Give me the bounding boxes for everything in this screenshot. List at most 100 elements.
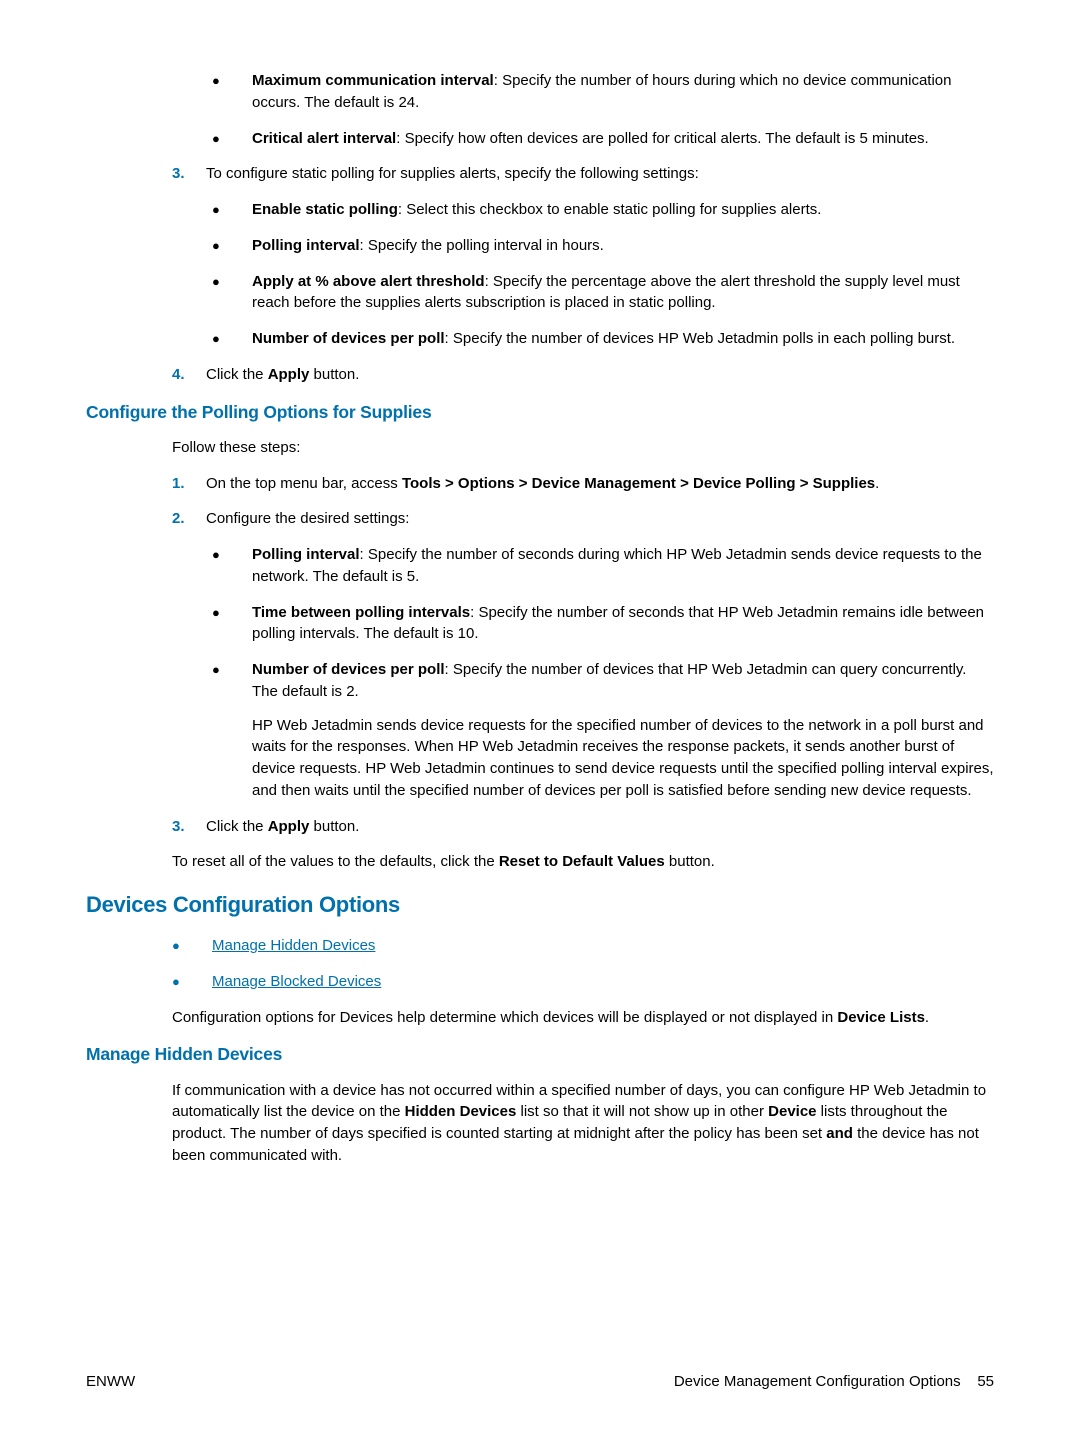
reset-paragraph: To reset all of the values to the defaul… xyxy=(172,851,994,873)
step-number: 3. xyxy=(172,816,206,838)
step-number: 4. xyxy=(172,364,206,386)
heading-manage-hidden: Manage Hidden Devices xyxy=(86,1042,994,1067)
list-item: ● Number of devices per poll: Specify th… xyxy=(212,659,994,802)
step-post: button. xyxy=(309,818,359,835)
mh-b: Hidden Devices xyxy=(405,1103,517,1120)
term-text: : Select this checkbox to enable static … xyxy=(398,201,822,218)
intro-post: . xyxy=(925,1009,929,1026)
cp-step-2: 2. Configure the desired settings: xyxy=(172,508,994,530)
step-pre: On the top menu bar, access xyxy=(206,475,402,492)
list-item: ● Critical alert interval: Specify how o… xyxy=(212,128,994,150)
footer-right: Device Management Configuration Options … xyxy=(674,1371,994,1393)
list-item: ● Manage Blocked Devices xyxy=(172,971,994,993)
term-text: : Specify the number of seconds during w… xyxy=(252,546,982,585)
intro-pre: Configuration options for Devices help d… xyxy=(172,1009,837,1026)
bullet-icon: ● xyxy=(212,273,252,317)
step-bold: Apply xyxy=(268,818,310,835)
term-text: : Specify the polling interval in hours. xyxy=(360,237,604,254)
bullet-icon: ● xyxy=(212,130,252,152)
mh-d: Device xyxy=(768,1103,816,1120)
term-label: Time between polling intervals xyxy=(252,604,470,621)
bullet-icon: ● xyxy=(212,661,252,804)
term-text: : Specify the number of devices HP Web J… xyxy=(445,330,956,347)
step-content: Configure the desired settings: xyxy=(206,508,994,530)
mh-c: list so that it will not show up in othe… xyxy=(516,1103,768,1120)
reset-pre: To reset all of the values to the defaul… xyxy=(172,853,499,870)
follow-text: Follow these steps: xyxy=(172,437,994,459)
step-bold: Apply xyxy=(268,366,310,383)
list-item-content: Maximum communication interval: Specify … xyxy=(252,70,994,114)
devices-config-intro: Configuration options for Devices help d… xyxy=(172,1007,994,1029)
step-number: 2. xyxy=(172,508,206,530)
link-manage-blocked-devices[interactable]: Manage Blocked Devices xyxy=(212,973,381,990)
cp-step-2-bullets: ● Polling interval: Specify the number o… xyxy=(212,544,994,802)
term-label: Critical alert interval xyxy=(252,130,396,147)
list-item-content: Enable static polling: Select this check… xyxy=(252,199,994,221)
step-content: On the top menu bar, access Tools > Opti… xyxy=(206,473,994,495)
list-item: ● Maximum communication interval: Specif… xyxy=(212,70,994,114)
step-number: 3. xyxy=(172,163,206,185)
bullet-icon: ● xyxy=(212,72,252,116)
bullet-icon: ● xyxy=(172,937,212,959)
step-content: Click the Apply button. xyxy=(206,816,994,838)
step-bold: Tools > Options > Device Management > De… xyxy=(402,475,875,492)
step-pre: Click the xyxy=(206,366,268,383)
bullet-icon: ● xyxy=(212,330,252,352)
step-content: To configure static polling for supplies… xyxy=(206,163,994,185)
extra-paragraph: HP Web Jetadmin sends device requests fo… xyxy=(252,715,994,802)
mh-f: and xyxy=(826,1125,853,1142)
step-3: 3. To configure static polling for suppl… xyxy=(172,163,994,185)
footer-left: ENWW xyxy=(86,1371,135,1393)
list-item: ● Enable static polling: Select this che… xyxy=(212,199,994,221)
heading-devices-config: Devices Configuration Options xyxy=(86,889,994,921)
bullet-icon: ● xyxy=(212,546,252,590)
manage-hidden-paragraph: If communication with a device has not o… xyxy=(172,1080,994,1167)
step-text: To configure static polling for supplies… xyxy=(206,165,699,182)
cp-step-1: 1. On the top menu bar, access Tools > O… xyxy=(172,473,994,495)
list-item-content: Apply at % above alert threshold: Specif… xyxy=(252,271,994,315)
list-item: ● Polling interval: Specify the polling … xyxy=(212,235,994,257)
page-content: ● Maximum communication interval: Specif… xyxy=(0,0,1080,1221)
bullet-icon: ● xyxy=(212,604,252,648)
step-content: Click the Apply button. xyxy=(206,364,994,386)
term-label: Polling interval xyxy=(252,546,360,563)
step-post: button. xyxy=(309,366,359,383)
bullet-icon: ● xyxy=(212,237,252,259)
reset-bold: Reset to Default Values xyxy=(499,853,665,870)
page-footer: ENWW Device Management Configuration Opt… xyxy=(86,1371,994,1393)
list-item-content: Critical alert interval: Specify how oft… xyxy=(252,128,994,150)
term-text: : Specify how often devices are polled f… xyxy=(396,130,929,147)
term-label: Maximum communication interval xyxy=(252,72,494,89)
list-item: ● Apply at % above alert threshold: Spec… xyxy=(212,271,994,315)
top-bullet-list: ● Maximum communication interval: Specif… xyxy=(212,70,994,149)
footer-section-title: Device Management Configuration Options xyxy=(674,1373,961,1390)
step-3-bullets: ● Enable static polling: Select this che… xyxy=(212,199,994,350)
footer-page-number: 55 xyxy=(977,1373,994,1390)
step-4: 4. Click the Apply button. xyxy=(172,364,994,386)
list-item-content: Number of devices per poll: Specify the … xyxy=(252,659,994,802)
list-item-content: Time between polling intervals: Specify … xyxy=(252,602,994,646)
list-item-content: Polling interval: Specify the number of … xyxy=(252,544,994,588)
cp-step-3: 3. Click the Apply button. xyxy=(172,816,994,838)
devices-config-links: ● Manage Hidden Devices ● Manage Blocked… xyxy=(172,935,994,993)
list-item-content: Manage Blocked Devices xyxy=(212,971,994,993)
list-item-content: Polling interval: Specify the polling in… xyxy=(252,235,994,257)
heading-configure-polling: Configure the Polling Options for Suppli… xyxy=(86,400,994,425)
step-number: 1. xyxy=(172,473,206,495)
step-post: . xyxy=(875,475,879,492)
bullet-icon: ● xyxy=(212,201,252,223)
intro-bold: Device Lists xyxy=(837,1009,925,1026)
term-label: Number of devices per poll xyxy=(252,661,445,678)
link-manage-hidden-devices[interactable]: Manage Hidden Devices xyxy=(212,937,375,954)
term-label: Apply at % above alert threshold xyxy=(252,273,485,290)
step-pre: Click the xyxy=(206,818,268,835)
term-label: Enable static polling xyxy=(252,201,398,218)
reset-post: button. xyxy=(665,853,715,870)
list-item-content: Manage Hidden Devices xyxy=(212,935,994,957)
term-label: Number of devices per poll xyxy=(252,330,445,347)
list-item: ● Polling interval: Specify the number o… xyxy=(212,544,994,588)
step-text: Configure the desired settings: xyxy=(206,510,409,527)
term-label: Polling interval xyxy=(252,237,360,254)
list-item: ● Time between polling intervals: Specif… xyxy=(212,602,994,646)
list-item: ● Manage Hidden Devices xyxy=(172,935,994,957)
